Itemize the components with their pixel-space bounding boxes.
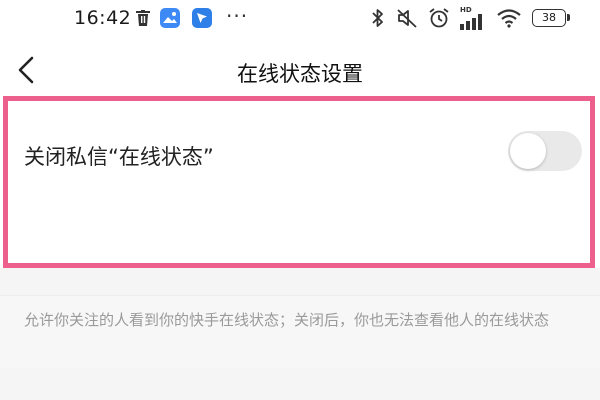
battery-level: 38	[542, 11, 556, 24]
status-time: 16:42	[74, 7, 132, 29]
setting-description: 允许你关注的人看到你的快手在线状态；关闭后，你也无法查看他人的在线状态	[24, 311, 550, 329]
hd-indicator: HD	[460, 6, 472, 14]
signal-icon	[460, 14, 482, 30]
mute-icon	[397, 9, 417, 28]
setting-label: 关闭私信“在线状态”	[24, 145, 214, 169]
gallery-app-icon	[160, 8, 180, 28]
toggle-knob	[510, 133, 546, 169]
location-arrow-icon	[192, 8, 212, 28]
wifi-icon	[497, 9, 521, 28]
trash-icon	[136, 10, 150, 26]
status-bar: 16:42 ··· HD 38	[0, 0, 600, 38]
setting-description-area: 允许你关注的人看到你的快手在线状态；关闭后，你也无法查看他人的在线状态	[0, 296, 600, 368]
page-title: 在线状态设置	[237, 62, 363, 86]
nav-bar: 在线状态设置	[0, 38, 600, 100]
alarm-icon	[429, 8, 449, 28]
more-notifications-indicator: ···	[226, 4, 249, 28]
setting-card: 关闭私信“在线状态” 允许你关注的人看到你的快手在线状态；关闭后，你也无法查看他…	[0, 100, 600, 368]
online-status-toggle[interactable]	[508, 131, 582, 171]
bluetooth-icon	[372, 9, 383, 27]
battery-icon: 38	[532, 9, 570, 27]
